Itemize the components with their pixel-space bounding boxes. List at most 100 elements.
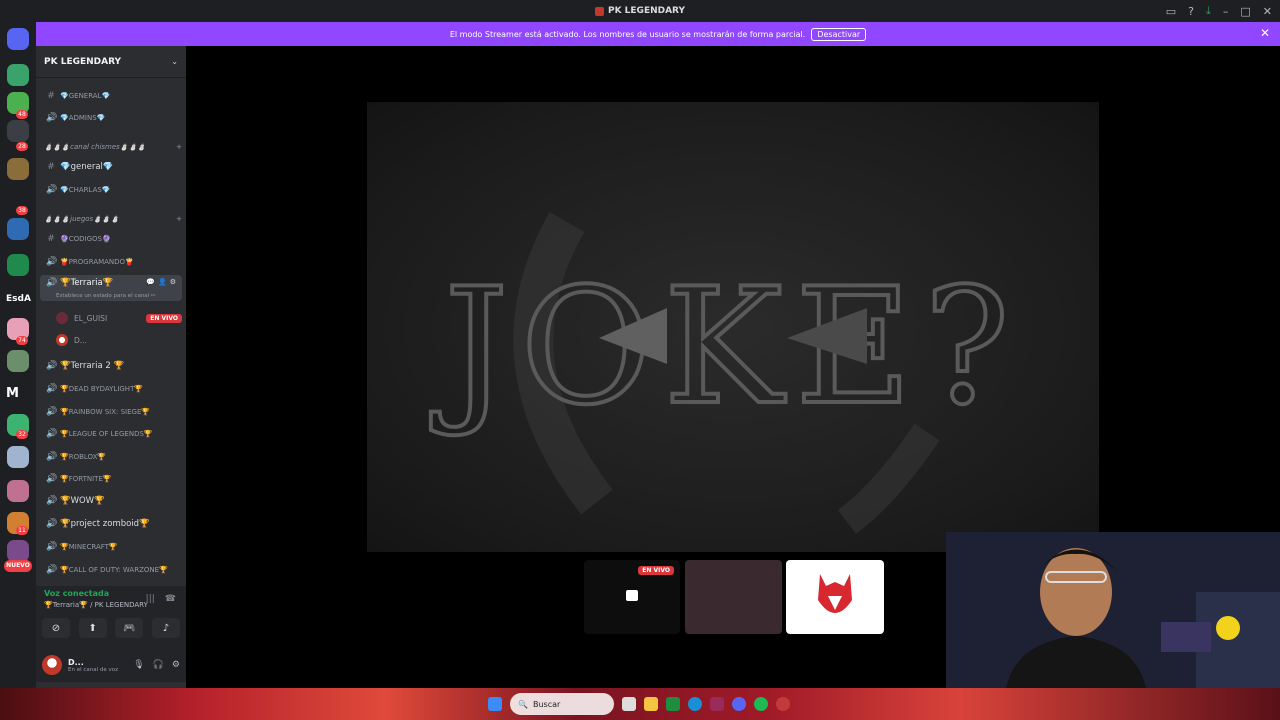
discord-icon[interactable] [732, 697, 746, 711]
server-icon[interactable] [7, 254, 29, 276]
channel-label: 🏆DEAD BYDAYLIGHT🏆 [60, 385, 144, 393]
speaker-icon: 🔊 [46, 361, 58, 371]
close-window-icon[interactable]: ✕ [1263, 5, 1272, 18]
chevron-down-icon[interactable]: ⌄ [171, 57, 178, 66]
channel-label: 🏆CALL OF DUTY: WARZONE🏆 [60, 566, 168, 574]
server-icon[interactable] [7, 540, 29, 562]
headphones-icon[interactable]: 🎧 [153, 660, 164, 670]
webcam-feed [946, 532, 1280, 688]
channel-item[interactable]: 🔊 🏆CALL OF DUTY: WARZONE🏆 [40, 561, 182, 579]
channel-item[interactable]: # 💎GENERAL💎 [40, 87, 182, 105]
voice-connection-panel: Voz conectada 🏆Terraria🏆 / PK LEGENDARY … [36, 586, 186, 648]
speaker-icon: 🔊 [46, 452, 58, 462]
disconnect-icon[interactable]: ☎ [165, 594, 176, 604]
close-banner-icon[interactable]: ✕ [1260, 26, 1270, 40]
live-badge: EN VIVO [146, 313, 182, 323]
help-icon[interactable]: ? [1188, 5, 1194, 18]
channel-label: 🏆MINECRAFT🏆 [60, 543, 118, 551]
channel-item[interactable]: 🔊 🏆Terraria 2 🏆 [40, 357, 182, 375]
hash-icon: # [47, 234, 55, 244]
category-header[interactable]: ⛄⛄⛄canal chismes⛄⛄⛄ + [44, 143, 182, 151]
download-icon[interactable]: ⤓ [1206, 4, 1211, 18]
channel-label: 💎ADMINS💎 [60, 114, 106, 122]
screen-share-view[interactable]: JOKE? [367, 102, 1099, 552]
voice-user-name: D... [74, 335, 87, 345]
channel-item[interactable]: 🔊 🏆DEAD BYDAYLIGHT🏆 [40, 380, 182, 398]
channel-item[interactable]: 🔊 🏆ROBLOX🏆 [40, 448, 182, 466]
server-text-icon[interactable]: M [6, 386, 19, 401]
activity-button[interactable]: 🎮 [115, 618, 144, 638]
channel-status[interactable]: Establece un estado para el canal ✏ [56, 293, 156, 299]
channel-item[interactable]: 🔊 🏆MINECRAFT🏆 [40, 538, 182, 556]
artwork-text: JOKE? [430, 253, 1021, 440]
mention-badge: 28 [16, 142, 28, 151]
invite-icon[interactable]: 👤 [158, 278, 167, 286]
channel-label: 🏆project zomboid🏆 [60, 519, 150, 529]
gear-icon[interactable]: ⚙ [172, 660, 180, 670]
chat-icon[interactable]: 💬 [146, 278, 155, 286]
channel-item[interactable]: # 🔮CODIGOS🔮 [40, 230, 182, 248]
server-icon[interactable] [7, 158, 29, 180]
participant-tile[interactable] [685, 560, 782, 634]
channel-item[interactable]: 🔊 🏆LEAGUE OF LEGENDS🏆 [40, 425, 182, 443]
mention-badge: 38 [16, 206, 28, 215]
app-icon[interactable] [710, 697, 724, 711]
server-icon[interactable] [7, 350, 29, 372]
file-explorer-icon[interactable] [644, 697, 658, 711]
spotify-icon[interactable] [754, 697, 768, 711]
noise-suppression-icon[interactable]: ||| [146, 594, 155, 604]
voice-user-name: EL_GUISI [74, 313, 108, 323]
server-icon[interactable] [7, 64, 29, 86]
taskbar-search[interactable]: 🔍 Buscar [510, 693, 614, 715]
server-name: PK LEGENDARY [44, 56, 122, 67]
add-channel-icon[interactable]: + [176, 215, 182, 223]
disable-streamer-mode-button[interactable]: Desactivar [811, 27, 867, 41]
server-icon[interactable] [7, 446, 29, 468]
channel-label: 🏆FORTNITE🏆 [60, 475, 112, 483]
voice-connected-label[interactable]: Voz conectada [44, 589, 109, 598]
start-icon[interactable] [488, 697, 502, 711]
channel-item[interactable]: 🔊 🏆FORTNITE🏆 [40, 470, 182, 488]
server-icon[interactable] [7, 218, 29, 240]
channel-label: 🏆Terraria 2 🏆 [60, 361, 125, 371]
channel-item[interactable]: 🔊 💎CHARLAS💎 [40, 181, 182, 199]
voice-user[interactable]: EL_GUISI EN VIVO [56, 309, 182, 327]
channel-item[interactable]: 🔊 🏆WOW🏆 [40, 492, 182, 510]
avatar [56, 334, 68, 346]
channel-item[interactable]: 🔊 🏆RAINBOW SIX: SIEGE🏆 [40, 403, 182, 421]
participant-tile[interactable] [786, 560, 884, 634]
inbox-icon[interactable]: ▭ [1166, 5, 1176, 18]
camera-off-button[interactable]: ⊘ [42, 618, 70, 638]
excel-icon[interactable] [666, 697, 680, 711]
server-text-icon[interactable]: EsdA [6, 294, 31, 304]
category-header[interactable]: ⛄⛄⛄juegos⛄⛄⛄ + [44, 215, 182, 223]
channel-item[interactable]: 🔊 🍟PROGRAMANDO🍟 [40, 253, 182, 271]
speaker-icon: 🔊 [46, 496, 58, 506]
discord-home-icon[interactable] [7, 28, 29, 50]
gear-icon[interactable]: ⚙ [170, 278, 176, 286]
server-header[interactable]: PK LEGENDARY ⌄ [36, 46, 186, 78]
microphone-icon[interactable]: 🎙 [133, 660, 144, 670]
avatar[interactable] [42, 655, 62, 675]
soundboard-button[interactable]: ♪ [151, 618, 180, 638]
channel-label: 🔮CODIGOS🔮 [60, 235, 111, 243]
user-name[interactable]: D... En el canal de voz [68, 658, 118, 673]
stream-tile[interactable]: EN VIVO [584, 560, 680, 634]
app-icon[interactable] [776, 697, 790, 711]
server-icon[interactable] [7, 480, 29, 502]
edge-icon[interactable] [688, 697, 702, 711]
maximize-icon[interactable]: □ [1240, 5, 1250, 18]
minimize-icon[interactable]: – [1223, 5, 1229, 18]
channel-item[interactable]: # 💎general💎 [40, 158, 182, 176]
channel-item[interactable]: 🔊 💎ADMINS💎 [40, 109, 182, 127]
share-screen-button[interactable]: ⬆ [78, 618, 107, 638]
speaker-icon: 🔊 [46, 113, 58, 123]
new-badge[interactable]: NUEVO [4, 560, 32, 572]
speaker-icon: 🔊 [46, 278, 58, 288]
add-channel-icon[interactable]: + [176, 143, 182, 151]
joke-artwork: JOKE? [428, 212, 1021, 534]
task-view-icon[interactable] [622, 697, 636, 711]
voice-user[interactable]: D... [56, 331, 182, 349]
channel-item[interactable]: 🔊 🏆project zomboid🏆 [40, 515, 182, 533]
server-icon[interactable] [7, 120, 29, 142]
